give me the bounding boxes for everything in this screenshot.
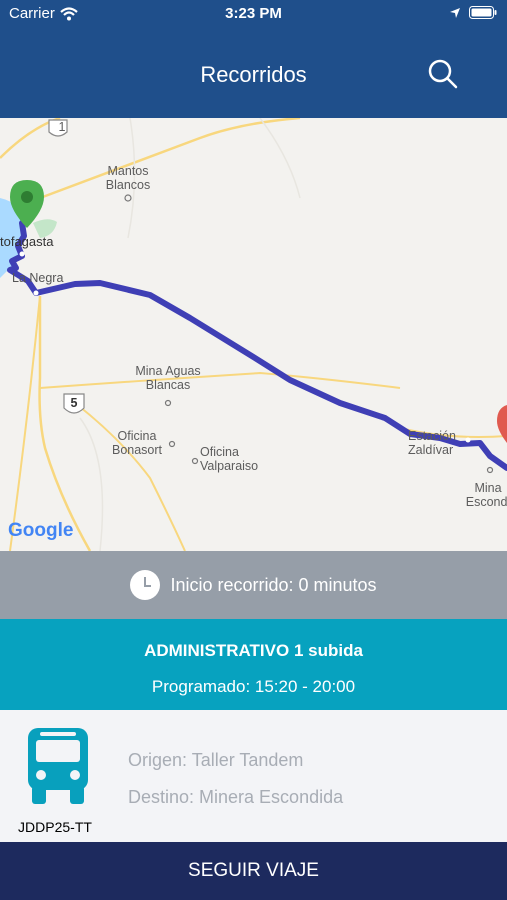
map-label-mina-escondida: Mina Escondi [465, 481, 507, 509]
map-label-aguas-blancas: Mina Aguas Blancas [135, 364, 201, 392]
route-shield-5: 5 [70, 396, 78, 410]
map-label-mantos-blancos: Mantos Blancos [105, 164, 151, 192]
map-label-la-negra: La Negra [12, 271, 64, 285]
clock-icon [130, 570, 161, 600]
vehicle-plate: JDDP25-TT [18, 819, 92, 835]
location-arrow-icon [450, 7, 460, 18]
vehicle-details: JDDP25-TT Origen: Taller Tandem Destino:… [0, 710, 507, 842]
trip-destination: Destino: Minera Escondida [128, 787, 344, 807]
battery-icon [469, 6, 497, 19]
trip-elapsed-bar: Inicio recorrido: 0 minutos [0, 551, 507, 619]
route-schedule: Programado: 15:20 - 20:00 [151, 677, 356, 696]
route-shield-1: 1 [58, 120, 66, 134]
status-time: 3:23 PM [225, 5, 282, 22]
follow-trip-button[interactable]: SEGUIR VIAJE [0, 842, 507, 900]
route-info: ADMINISTRATIVO 1 subida Programado: 15:2… [0, 619, 507, 710]
map-label-valparaiso: Oficina Valparaiso [200, 445, 259, 473]
map-label-estacion-zaldivar: Estación Zaldívar [408, 429, 456, 457]
trip-elapsed-label: Inicio recorrido: 0 minutos [170, 574, 377, 595]
map-label-bonasort: Oficina Bonasort [111, 429, 163, 457]
google-logo: Google [8, 520, 74, 541]
bus-icon [28, 728, 88, 804]
search-icon[interactable] [427, 58, 459, 90]
follow-trip-label: SEGUIR VIAJE [188, 860, 319, 881]
route-name: ADMINISTRATIVO 1 subida [144, 641, 363, 660]
map-canvas [0, 118, 507, 551]
status-bar: Carrier 3:23 PM [0, 0, 507, 30]
route-map[interactable]: 1 5 Mantos Blancos tofagasta La Negra Mi… [0, 118, 507, 551]
map-label-antofagasta: tofagasta [0, 234, 54, 249]
trip-origin: Origen: Taller Tandem [128, 750, 304, 770]
nav-bar: Recorridos [0, 30, 507, 118]
